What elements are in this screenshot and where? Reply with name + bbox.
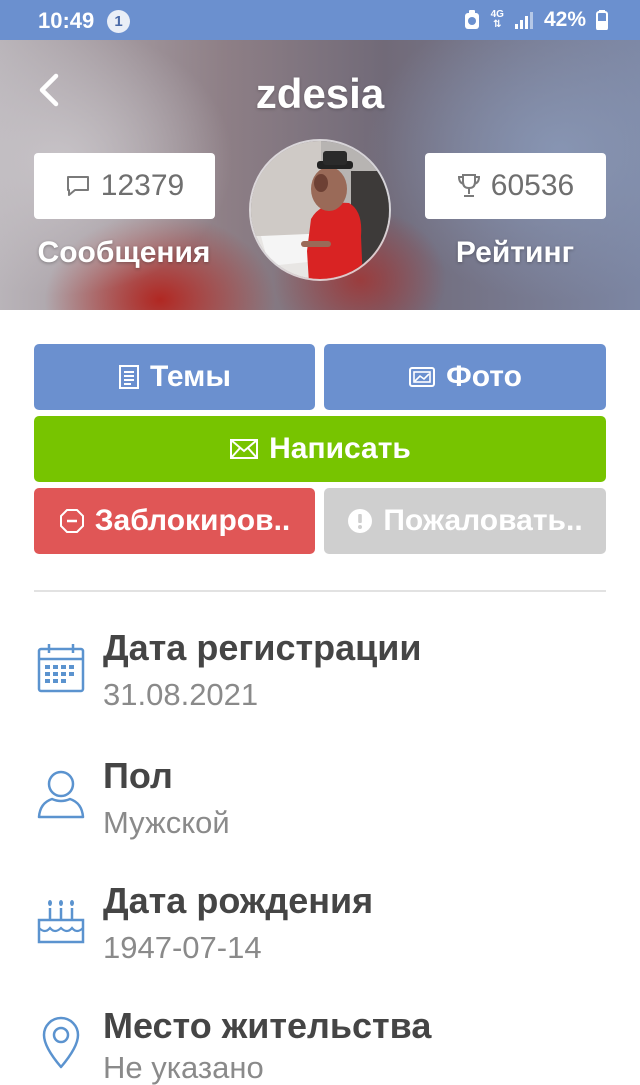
exclamation-icon	[348, 509, 373, 533]
calendar-icon	[37, 644, 85, 693]
report-user-button-label: Пожаловать..	[383, 504, 583, 537]
messages-count: 12379	[100, 169, 185, 202]
write-message-button[interactable]: Написать	[34, 416, 606, 482]
divider	[34, 590, 606, 592]
status-time: 10:49	[38, 8, 95, 33]
photos-button-label: Фото	[446, 360, 522, 393]
notification-count-badge: 1	[107, 10, 130, 33]
document-icon	[119, 365, 140, 389]
profile-header: zdesia 12379 Сообщения 60536 Рейтинг	[0, 40, 640, 310]
info-title: Дата рождения	[103, 880, 374, 921]
topics-button-label: Темы	[150, 360, 231, 393]
info-registration-date: Дата регистрации 31.08.2021	[0, 627, 640, 737]
status-bar: 10:49 1 4G ⇅ 42%	[0, 0, 640, 40]
envelope-icon	[230, 439, 259, 459]
location-pin-icon	[42, 1016, 80, 1069]
birthday-cake-icon	[37, 900, 85, 944]
rating-label: Рейтинг	[455, 236, 575, 269]
info-title: Место жительства	[103, 1005, 432, 1046]
topics-button[interactable]: Темы	[34, 344, 315, 410]
avatar[interactable]	[249, 139, 391, 281]
info-value: 31.08.2021	[103, 677, 259, 712]
signal-icon	[514, 11, 534, 29]
messages-label: Сообщения	[37, 236, 211, 269]
rating-count: 60536	[490, 169, 575, 202]
status-icons: 4G ⇅ 42%	[463, 8, 608, 32]
info-title: Дата регистрации	[103, 627, 422, 668]
info-residence: Место жительства Не указано	[0, 1005, 640, 1085]
rating-count-box[interactable]: 60536	[425, 153, 606, 219]
stop-sign-icon	[59, 509, 84, 533]
battery-level: 42%	[543, 8, 586, 31]
write-message-button-label: Написать	[269, 432, 411, 465]
profile-username: zdesia	[255, 70, 385, 117]
report-user-button[interactable]: Пожаловать..	[324, 488, 606, 554]
recycle-icon	[463, 10, 481, 30]
info-birth-date: Дата рождения 1947-07-14	[0, 880, 640, 990]
battery-icon	[596, 10, 608, 30]
info-value: Не указано	[103, 1050, 264, 1085]
messages-count-box[interactable]: 12379	[34, 153, 215, 219]
speech-bubble-icon	[66, 176, 89, 196]
network-type: 4G ⇅	[490, 9, 504, 30]
info-value: 1947-07-14	[103, 930, 262, 965]
info-title: Пол	[103, 755, 173, 796]
trophy-icon	[457, 174, 480, 197]
info-value: Мужской	[103, 805, 230, 840]
photos-button[interactable]: Фото	[324, 344, 606, 410]
block-user-button-label: Заблокиров..	[94, 504, 291, 537]
person-icon	[37, 770, 85, 819]
photo-icon	[409, 367, 436, 387]
info-gender: Пол Мужской	[0, 755, 640, 865]
block-user-button[interactable]: Заблокиров..	[34, 488, 315, 554]
